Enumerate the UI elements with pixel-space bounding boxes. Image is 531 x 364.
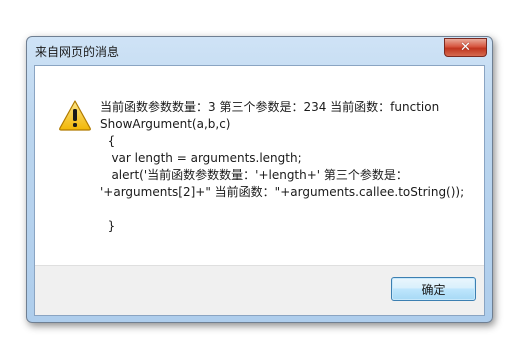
- dialog-title: 来自网页的消息: [35, 45, 120, 59]
- dialog-body: 当前函数参数数量：3 第三个参数是：234 当前函数：function Show…: [34, 65, 485, 316]
- message-dialog: 来自网页的消息 ✕ 当前函数参数数量：3 第三个参数是：234 当前函数：fun…: [26, 36, 493, 323]
- warning-icon: [59, 100, 91, 131]
- ok-button[interactable]: 确定: [391, 277, 476, 301]
- dialog-footer: 确定: [35, 265, 484, 315]
- title-bar[interactable]: 来自网页的消息 ✕: [27, 37, 492, 65]
- close-button[interactable]: ✕: [444, 38, 487, 57]
- dialog-message: 当前函数参数数量：3 第三个参数是：234 当前函数：function Show…: [100, 100, 465, 233]
- close-icon: ✕: [460, 40, 471, 55]
